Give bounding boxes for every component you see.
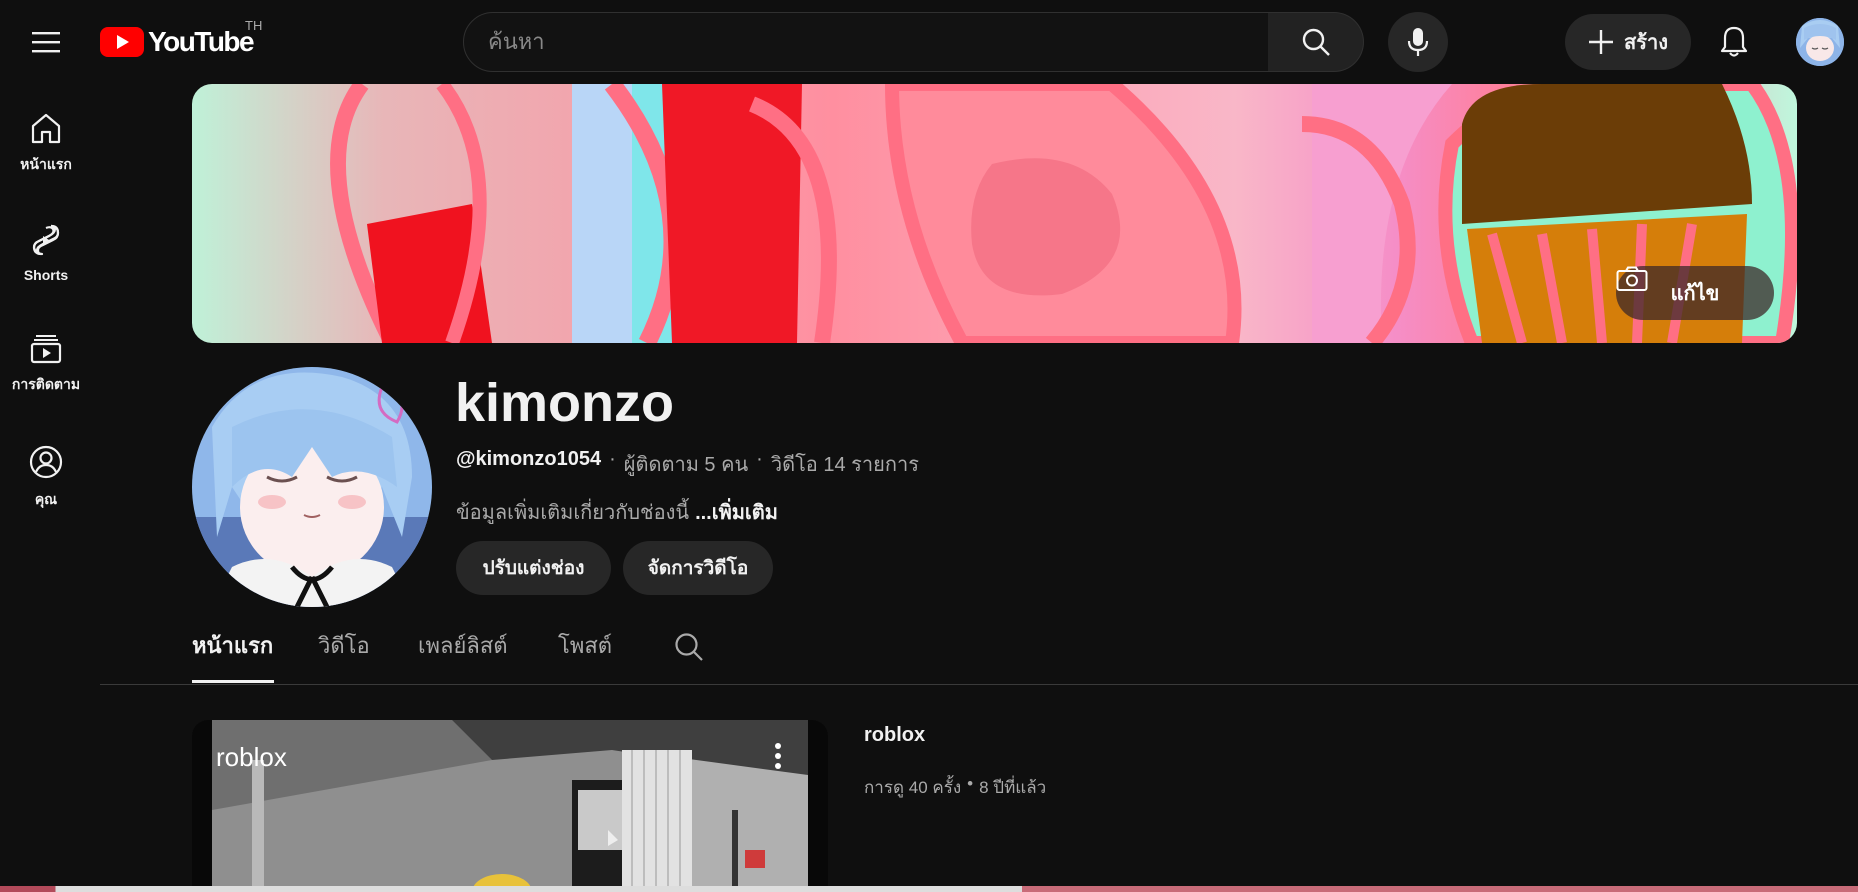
meta-separator: · xyxy=(609,448,616,470)
sidebar-item-label: คุณ xyxy=(34,491,58,507)
subscriber-count: ผู้ติดตาม 5 คน xyxy=(623,454,749,476)
video-thumbnail-image xyxy=(192,720,828,892)
tab-videos[interactable]: วิดีโอ xyxy=(318,628,370,682)
avatar-image xyxy=(1796,18,1844,66)
logo-wordmark: YouTube xyxy=(148,26,255,57)
edit-banner-button[interactable]: แก้ไข xyxy=(1616,266,1774,320)
channel-avatar-image xyxy=(192,367,432,607)
voice-search-button[interactable] xyxy=(1388,12,1448,72)
channel-search-button[interactable] xyxy=(674,632,704,667)
view-count: การดู 40 ครั้ง xyxy=(864,778,962,797)
search-box xyxy=(463,12,1269,72)
sidebar-item-shorts[interactable]: Shorts xyxy=(4,195,88,295)
customize-channel-button[interactable]: ปรับแต่งช่อง xyxy=(456,541,611,595)
meta-separator: · xyxy=(756,448,763,470)
tab-playlists[interactable]: เพลย์ลิสต์ xyxy=(418,628,508,682)
sidebar-item-subscriptions[interactable]: การติดตาม xyxy=(4,306,88,406)
active-tab-indicator xyxy=(192,680,274,683)
microphone-icon xyxy=(1407,28,1429,56)
search-input[interactable] xyxy=(488,29,1268,55)
more-vertical-icon xyxy=(775,743,781,769)
tab-posts[interactable]: โพสต์ xyxy=(558,628,612,682)
upload-age: 8 ปีที่แล้ว xyxy=(979,778,1047,797)
sidebar-item-label: หน้าแรก xyxy=(20,156,72,172)
channel-description[interactable]: ข้อมูลเพิ่มเติมเกี่ยวกับช่องนี้ ...เพิ่ม… xyxy=(456,496,778,528)
featured-video-thumbnail[interactable]: roblox xyxy=(192,720,828,892)
youtube-play-icon xyxy=(100,27,144,57)
video-overlay-title: roblox xyxy=(216,742,287,772)
description-text: ข้อมูลเพิ่มเติมเกี่ยวกับช่องนี้ xyxy=(456,502,690,524)
hamburger-icon xyxy=(32,32,60,53)
region-code: TH xyxy=(245,18,263,33)
video-count: วิดีโอ 14 รายการ xyxy=(770,454,919,476)
channel-name: kimonzo xyxy=(455,373,675,433)
edit-banner-label: แก้ไข xyxy=(1670,283,1720,305)
bottom-edge-strip xyxy=(0,886,1858,892)
channel-handle: @kimonzo1054 xyxy=(456,448,602,470)
sidebar-item-label: การติดตาม xyxy=(11,376,81,392)
featured-video-title[interactable]: roblox xyxy=(864,724,925,747)
tabs-divider xyxy=(100,684,1858,685)
meta-dot: • xyxy=(967,774,974,793)
notifications-button[interactable] xyxy=(1706,14,1762,70)
create-label: สร้าง xyxy=(1624,32,1668,54)
account-avatar[interactable] xyxy=(1796,18,1844,66)
channel-meta: @kimonzo1054 · ผู้ติดตาม 5 คน · วิดีโอ 1… xyxy=(456,448,919,480)
channel-avatar[interactable] xyxy=(192,367,432,607)
banner-artwork xyxy=(330,84,1797,343)
you-icon xyxy=(29,445,63,479)
menu-button[interactable] xyxy=(22,20,70,64)
camera-icon xyxy=(1616,266,1648,291)
subscriptions-icon xyxy=(30,335,62,364)
more-link[interactable]: ...เพิ่มเติม xyxy=(695,496,778,528)
video-options-button[interactable] xyxy=(762,738,794,774)
home-icon xyxy=(31,113,61,144)
sidebar-item-label: Shorts xyxy=(23,267,69,283)
featured-video-meta: การดู 40 ครั้ง • 8 ปีที่แล้ว xyxy=(864,774,1046,801)
tab-home[interactable]: หน้าแรก xyxy=(192,628,273,682)
sidebar: หน้าแรก Shorts การติดตาม คุณ xyxy=(0,84,92,892)
youtube-logo[interactable]: YouTube xyxy=(100,22,255,62)
shorts-icon xyxy=(32,224,60,256)
search-icon xyxy=(675,633,703,661)
manage-videos-button[interactable]: จัดการวิดีโอ xyxy=(623,541,773,595)
channel-banner: แก้ไข xyxy=(192,84,1797,343)
search-button[interactable] xyxy=(1268,12,1364,72)
sidebar-item-you[interactable]: คุณ xyxy=(4,417,88,517)
top-bar: YouTube TH สร้าง xyxy=(0,0,1858,84)
create-button[interactable]: สร้าง xyxy=(1565,14,1691,70)
search-icon xyxy=(1302,28,1330,56)
sidebar-item-home[interactable]: หน้าแรก xyxy=(4,84,88,184)
plus-icon xyxy=(1589,30,1614,54)
bell-icon xyxy=(1720,26,1748,57)
